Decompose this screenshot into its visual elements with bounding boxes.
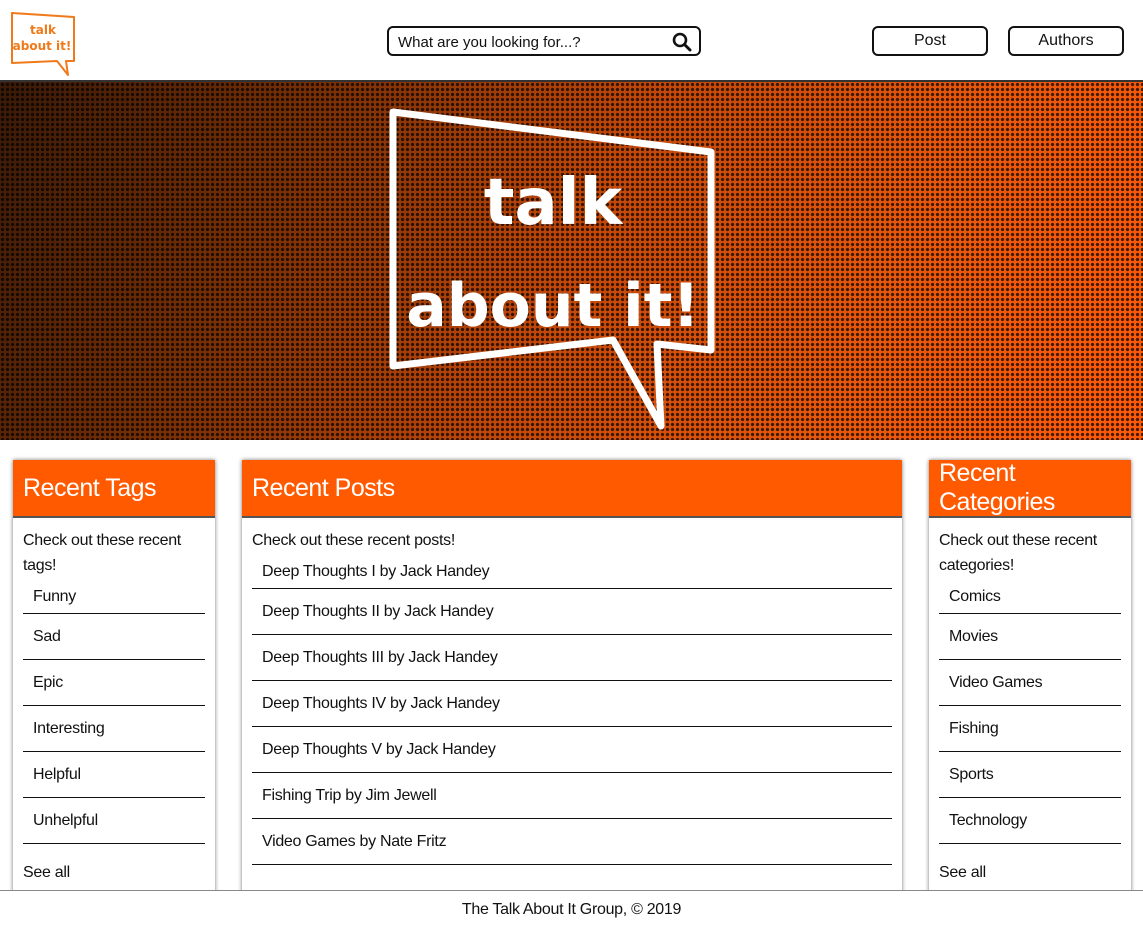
- tags-see-all-link[interactable]: See all: [13, 864, 215, 882]
- category-item[interactable]: Video Games: [939, 660, 1121, 706]
- recent-posts-panel: Recent Posts Check out these recent post…: [242, 460, 902, 900]
- search-icon[interactable]: [672, 32, 692, 52]
- logo-line1: talk: [30, 23, 57, 37]
- recent-categories-title: Recent Categories: [939, 460, 1055, 516]
- page-footer: The Talk About It Group, © 2019: [0, 890, 1143, 929]
- site-logo[interactable]: talk about it!: [10, 11, 76, 77]
- search-input[interactable]: [398, 31, 668, 53]
- tag-item[interactable]: Interesting: [23, 706, 205, 752]
- recent-categories-panel: Recent Categories Check out these recent…: [929, 460, 1131, 900]
- tag-item[interactable]: Epic: [23, 660, 205, 706]
- authors-button[interactable]: Authors: [1008, 26, 1124, 56]
- post-item[interactable]: Deep Thoughts IV by Jack Handey: [252, 681, 892, 727]
- post-item[interactable]: Deep Thoughts II by Jack Handey: [252, 589, 892, 635]
- search-bar[interactable]: [387, 26, 701, 56]
- category-item[interactable]: Comics: [939, 580, 1121, 614]
- post-item[interactable]: Fishing Trip by Jim Jewell: [252, 773, 892, 819]
- category-item[interactable]: Technology: [939, 798, 1121, 844]
- category-item[interactable]: Sports: [939, 752, 1121, 798]
- categories-list: Comics Movies Video Games Fishing Sports…: [939, 580, 1121, 844]
- category-item[interactable]: Movies: [939, 614, 1121, 660]
- tags-list: Funny Sad Epic Interesting Helpful Unhel…: [23, 580, 205, 844]
- recent-tags-intro: Check out these recent tags!: [23, 532, 181, 574]
- post-item[interactable]: Deep Thoughts I by Jack Handey: [252, 555, 892, 589]
- tag-item[interactable]: Funny: [23, 580, 205, 614]
- category-item[interactable]: Fishing: [939, 706, 1121, 752]
- tag-item[interactable]: Sad: [23, 614, 205, 660]
- hero-title-line2: about it!: [406, 271, 700, 341]
- tag-item[interactable]: Helpful: [23, 752, 205, 798]
- recent-tags-title: Recent Tags: [23, 473, 157, 502]
- recent-categories-intro: Check out these recent categories!: [939, 532, 1097, 574]
- recent-tags-header: Recent Tags: [13, 460, 215, 518]
- hero-title-line1: talk: [484, 166, 624, 240]
- post-button[interactable]: Post: [872, 26, 988, 56]
- hero-banner: talk about it!: [0, 82, 1143, 440]
- recent-posts-title: Recent Posts: [252, 473, 395, 502]
- recent-posts-intro: Check out these recent posts!: [252, 532, 455, 549]
- post-item[interactable]: Deep Thoughts V by Jack Handey: [252, 727, 892, 773]
- tag-item[interactable]: Unhelpful: [23, 798, 205, 844]
- top-header: talk about it! Post Authors: [0, 0, 1143, 82]
- recent-posts-header: Recent Posts: [242, 460, 902, 518]
- recent-tags-panel: Recent Tags Check out these recent tags!…: [13, 460, 215, 900]
- footer-copyright: The Talk About It Group, © 2019: [461, 901, 682, 918]
- logo-line2: about it!: [13, 39, 72, 53]
- post-item[interactable]: Deep Thoughts III by Jack Handey: [252, 635, 892, 681]
- hero-speech-bubble: talk about it!: [389, 108, 715, 430]
- recent-categories-header: Recent Categories: [929, 460, 1131, 518]
- categories-see-all-link[interactable]: See all: [929, 864, 1131, 882]
- posts-list: Deep Thoughts I by Jack Handey Deep Thou…: [252, 555, 892, 865]
- post-item[interactable]: Video Games by Nate Fritz: [252, 819, 892, 865]
